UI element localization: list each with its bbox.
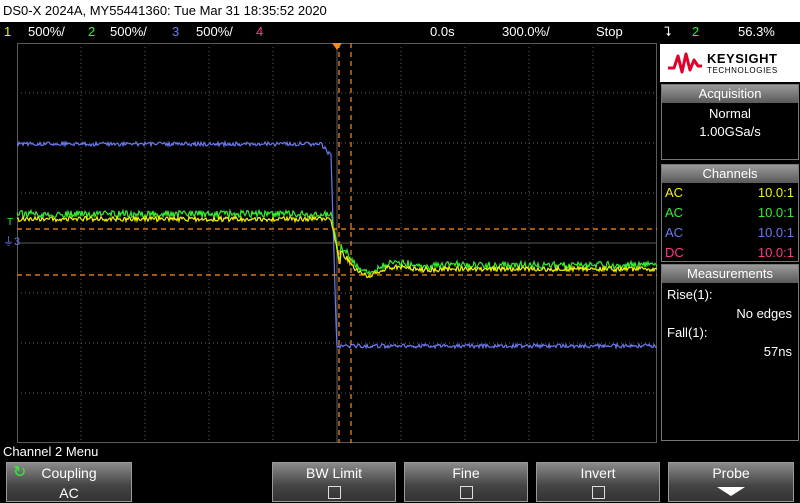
ch2-scale[interactable]: 500%/ [110,22,147,42]
trigger-source[interactable]: 2 [692,22,699,42]
channel-probe: 10.0:1 [758,183,794,203]
channels-header: Channels [662,165,798,183]
ch4-number[interactable]: 4 [256,22,263,42]
channel-coupling: AC [665,223,683,243]
fall-label: Fall(1): [662,323,798,342]
invert-checkbox[interactable] [592,486,605,499]
time-scale[interactable]: 300.0%/ [502,22,550,42]
channel-row-1[interactable]: AC 10.0:1 [662,183,798,203]
invert-softkey[interactable]: Invert [536,462,660,502]
channel-coupling: DC [665,243,684,263]
channel-coupling: AC [665,203,683,223]
coupling-label: ↻ Coupling [7,463,131,483]
measurements-header: Measurements [662,265,798,283]
fine-checkbox[interactable] [460,486,473,499]
time-offset[interactable]: 0.0s [430,22,455,42]
fall-value: 57ns [662,342,798,361]
run-state[interactable]: Stop [596,22,623,42]
status-bar: 1 500%/ 2 500%/ 3 500%/ 4 0.0s 300.0%/ S… [0,22,800,42]
channel-probe: 10.0:1 [758,243,794,263]
bw-limit-softkey[interactable]: BW Limit [272,462,396,502]
keysight-logo: KEYSIGHT TECHNOLOGIES [660,44,800,82]
trigger-level[interactable]: 56.3% [738,22,775,42]
keysight-wave-icon [668,50,702,76]
submenu-arrow-icon [717,487,745,496]
coupling-softkey[interactable]: ↻ Coupling AC [6,462,132,502]
channel-probe: 10.0:1 [758,203,794,223]
rotate-knob-icon: ↻ [13,463,26,483]
fine-softkey[interactable]: Fine [404,462,528,502]
sample-rate: 1.00GSa/s [662,123,798,141]
ch1-number[interactable]: 1 [4,22,11,42]
ch1-scale[interactable]: 500%/ [28,22,65,42]
channel-coupling: AC [665,183,683,203]
coupling-value: AC [7,483,131,503]
ch3-number[interactable]: 3 [172,22,179,42]
bw-limit-label: BW Limit [273,463,395,483]
trigger-level-marker[interactable]: T [7,218,13,228]
ch3-scale[interactable]: 500%/ [196,22,233,42]
logo-name: KEYSIGHT [707,51,777,66]
logo-subtitle: TECHNOLOGIES [707,66,778,75]
rise-value: No edges [662,304,798,323]
rise-label: Rise(1): [662,285,798,304]
window-title: DS0-X 2024A, MY55441360: Tue Mar 31 18:3… [0,0,800,22]
menu-title: Channel 2 Menu [3,443,98,460]
trigger-position-marker[interactable] [332,43,342,50]
acquisition-section[interactable]: Acquisition Normal 1.00GSa/s [661,84,799,160]
measurements-section[interactable]: Measurements Rise(1): No edges Fall(1): … [661,264,799,441]
bw-limit-checkbox[interactable] [328,486,341,499]
channel-row-2[interactable]: AC 10.0:1 [662,203,798,223]
acquisition-mode: Normal [662,105,798,123]
invert-label: Invert [537,463,659,483]
channel-row-4[interactable]: DC 10.0:1 [662,243,798,263]
fine-label: Fine [405,463,527,483]
side-panel: KEYSIGHT TECHNOLOGIES Acquisition Normal… [660,44,800,441]
acquisition-header: Acquisition [662,85,798,103]
waveform-display[interactable] [17,43,657,443]
channel-row-3[interactable]: AC 10.0:1 [662,223,798,243]
ch2-number[interactable]: 2 [88,22,95,42]
probe-softkey[interactable]: Probe [668,462,794,502]
ground-marker-ch3[interactable]: ⏚3 [3,236,20,248]
trigger-edge-icon: ⮧ [664,22,672,42]
channel-probe: 10.0:1 [758,223,794,243]
probe-label: Probe [669,463,793,483]
channels-section[interactable]: Channels AC 10.0:1 AC 10.0:1 AC 10.0:1 D… [661,164,799,262]
